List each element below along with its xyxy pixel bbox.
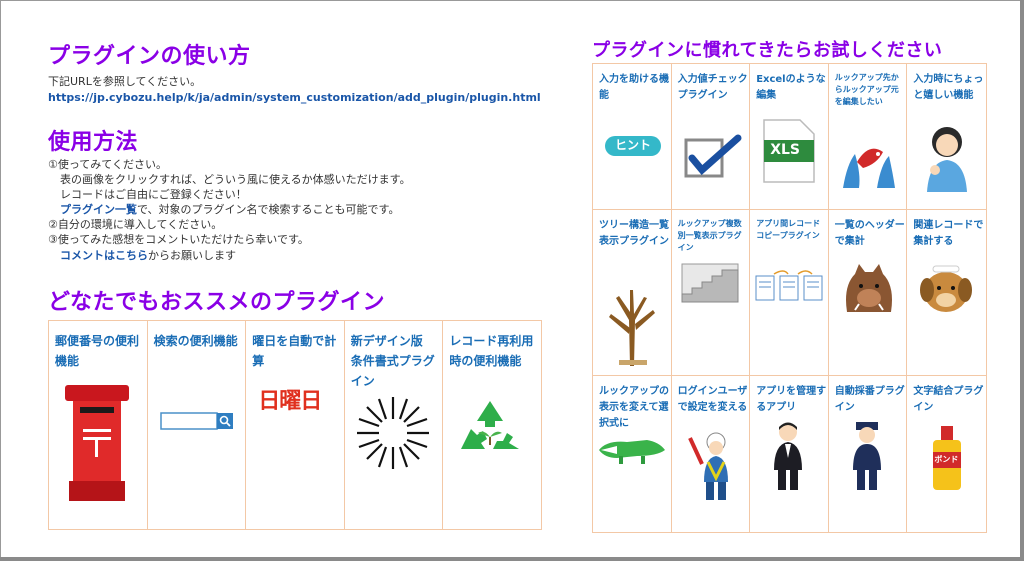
grid-item[interactable]: ルックアップ複数別一覧表示プラグイン xyxy=(671,210,751,376)
usage-url-link[interactable]: https://jp.cybozu.help/k/ja/admin/system… xyxy=(48,90,541,105)
step1a-text: 表の画像をクリックすれば、どういう風に使えるか体感いただけます。 xyxy=(60,173,411,186)
rec-item-label: 新デザイン版 条件書式プラグイン xyxy=(350,334,435,388)
plugin-grid: 入力を助ける機能 ヒント 入力値チェックプラグイン Excelのような編集 XL… xyxy=(592,63,987,533)
grid-item-label: ログインユーザで設定を変える xyxy=(677,386,748,413)
postbox-icon xyxy=(65,385,129,501)
rec-item-label: 郵便番号の便利機能 xyxy=(55,334,140,368)
grid-item[interactable]: ツリー構造一覧表示プラグイン xyxy=(593,210,672,376)
rec-item-label: 曜日を自動で計算 xyxy=(252,334,337,368)
step1c-line: プラグイン一覧で、対象のプラグイン名で検索することも可能です。 xyxy=(60,202,399,217)
dog-with-bone-icon xyxy=(920,265,973,312)
burst-lines-icon xyxy=(356,397,429,469)
weekday-text-icon: 日曜日 xyxy=(258,389,322,414)
grid-item-label: アプリ間レコードコピープラグイン xyxy=(756,219,821,240)
grid-item-label: 入力を助ける機能 xyxy=(599,74,669,101)
crocodile-icon xyxy=(599,440,665,464)
boar-icon xyxy=(845,264,892,312)
grid-item-label: アプリを管理するアプリ xyxy=(756,386,827,413)
rec-item-conditional-format[interactable]: 新デザイン版 条件書式プラグイン xyxy=(345,321,444,529)
grid-item-label: ルックアップ複数別一覧表示プラグイン xyxy=(677,219,742,252)
happy-woman-icon xyxy=(927,127,968,192)
usage-line: 下記URLを参照してください。 xyxy=(48,75,202,88)
step3-text: ③使ってみた感想をコメントいただけたら幸いです。 xyxy=(48,233,309,246)
stairs-icon xyxy=(681,263,739,303)
grid-item[interactable]: 関連レコードで集計する xyxy=(907,210,986,376)
grid-item[interactable]: ルックアップ先からルックアップ元を編集したい xyxy=(828,64,908,210)
step1b-text: レコードはご自由にご登録ください！ xyxy=(60,188,247,201)
grid-item-label: ツリー構造一覧表示プラグイン xyxy=(599,220,669,247)
checkbox-icon xyxy=(684,134,742,178)
grid-item-label: 自動採番プラグイン xyxy=(834,386,905,413)
grid-item-label: ルックアップの表示を変えて選択式に xyxy=(599,386,669,429)
rec-item-label: レコード再利用時の便利機能 xyxy=(449,334,534,368)
grid-item[interactable]: アプリ間レコードコピープラグイン xyxy=(750,210,829,376)
grid-item-label: Excelのような編集 xyxy=(756,74,826,101)
grid-item[interactable]: ルックアップの表示を変えて選択式に xyxy=(593,376,672,532)
search-box-icon xyxy=(159,412,233,430)
grid-item[interactable]: 文字結合プラグイン ボンド xyxy=(907,376,986,532)
salmon-waterfall-icon xyxy=(842,148,895,188)
grid-item[interactable]: アプリを管理するアプリ xyxy=(750,376,829,532)
rec-title: どなたでもおススメのプラグイン xyxy=(48,290,386,315)
bond-text: ボンド xyxy=(934,455,959,464)
grid-item[interactable]: Excelのような編集 XLS xyxy=(750,64,829,210)
grid-item[interactable]: 入力値チェックプラグイン xyxy=(671,64,751,210)
xls-text: XLS xyxy=(770,142,800,158)
grid-item-label: 関連レコードで集計する xyxy=(913,220,984,247)
grid-item[interactable]: ログインユーザで設定を変える xyxy=(672,376,751,532)
plugin-list-link[interactable]: プラグイン一覧 xyxy=(60,203,137,216)
comment-rest: からお願いします xyxy=(148,249,236,262)
rec-item-weekday[interactable]: 曜日を自動で計算 日曜日 xyxy=(246,321,345,529)
how-title: 使用方法 xyxy=(48,130,139,155)
usage-title: プラグインの使い方 xyxy=(48,44,251,69)
grid-item-label: ルックアップ先からルックアップ元を編集したい xyxy=(834,73,899,106)
right-title: プラグインに慣れてきたらお試しください xyxy=(592,40,943,61)
comment-line: コメントはこちらからお願いします xyxy=(60,248,236,263)
rec-item-postal[interactable]: 郵便番号の便利機能 xyxy=(49,321,148,529)
rec-item-label: 検索の便利機能 xyxy=(153,334,238,348)
grid-item[interactable]: 自動採番プラグイン xyxy=(829,376,908,532)
grid-item-label: 入力時にちょっと嬉しい機能 xyxy=(913,74,984,101)
comment-here-link[interactable]: こちら xyxy=(115,249,148,262)
businessman-icon xyxy=(774,422,803,490)
comment-label: コメントは xyxy=(60,249,115,262)
grid-item[interactable]: 入力時にちょっと嬉しい機能 xyxy=(907,64,986,210)
grid-item[interactable]: 入力を助ける機能 ヒント xyxy=(593,64,672,210)
step1c-rest: で、対象のプラグイン名で検索することも可能です。 xyxy=(137,203,400,216)
grid-item-label: 文字結合プラグイン xyxy=(913,386,984,413)
step1-text: ①使ってみてください。 xyxy=(48,158,167,171)
rec-item-search[interactable]: 検索の便利機能 xyxy=(148,321,247,529)
frame-shadow-right xyxy=(1020,0,1024,561)
step2-text: ②自分の環境に導入してください。 xyxy=(48,218,223,231)
hint-text: ヒント xyxy=(615,138,652,152)
record-copy-icon xyxy=(755,270,823,301)
frame-shadow-bottom xyxy=(0,557,1024,561)
recommend-table: 郵便番号の便利機能 検索の便利機能 曜日を自動で計算 日曜日 新デザイン版 条件… xyxy=(48,320,542,530)
rec-item-reuse[interactable]: レコード再利用時の便利機能 xyxy=(443,321,541,529)
guard-worker-icon xyxy=(687,432,728,500)
grid-item-label: 入力値チェックプラグイン xyxy=(677,74,748,101)
grid-item-label: 一覧のヘッダーで集計 xyxy=(834,220,905,247)
police-officer-icon xyxy=(852,422,881,490)
grid-item[interactable]: 一覧のヘッダーで集計 xyxy=(828,210,908,376)
recycle-icon xyxy=(461,401,520,449)
bare-tree-icon xyxy=(609,290,655,366)
